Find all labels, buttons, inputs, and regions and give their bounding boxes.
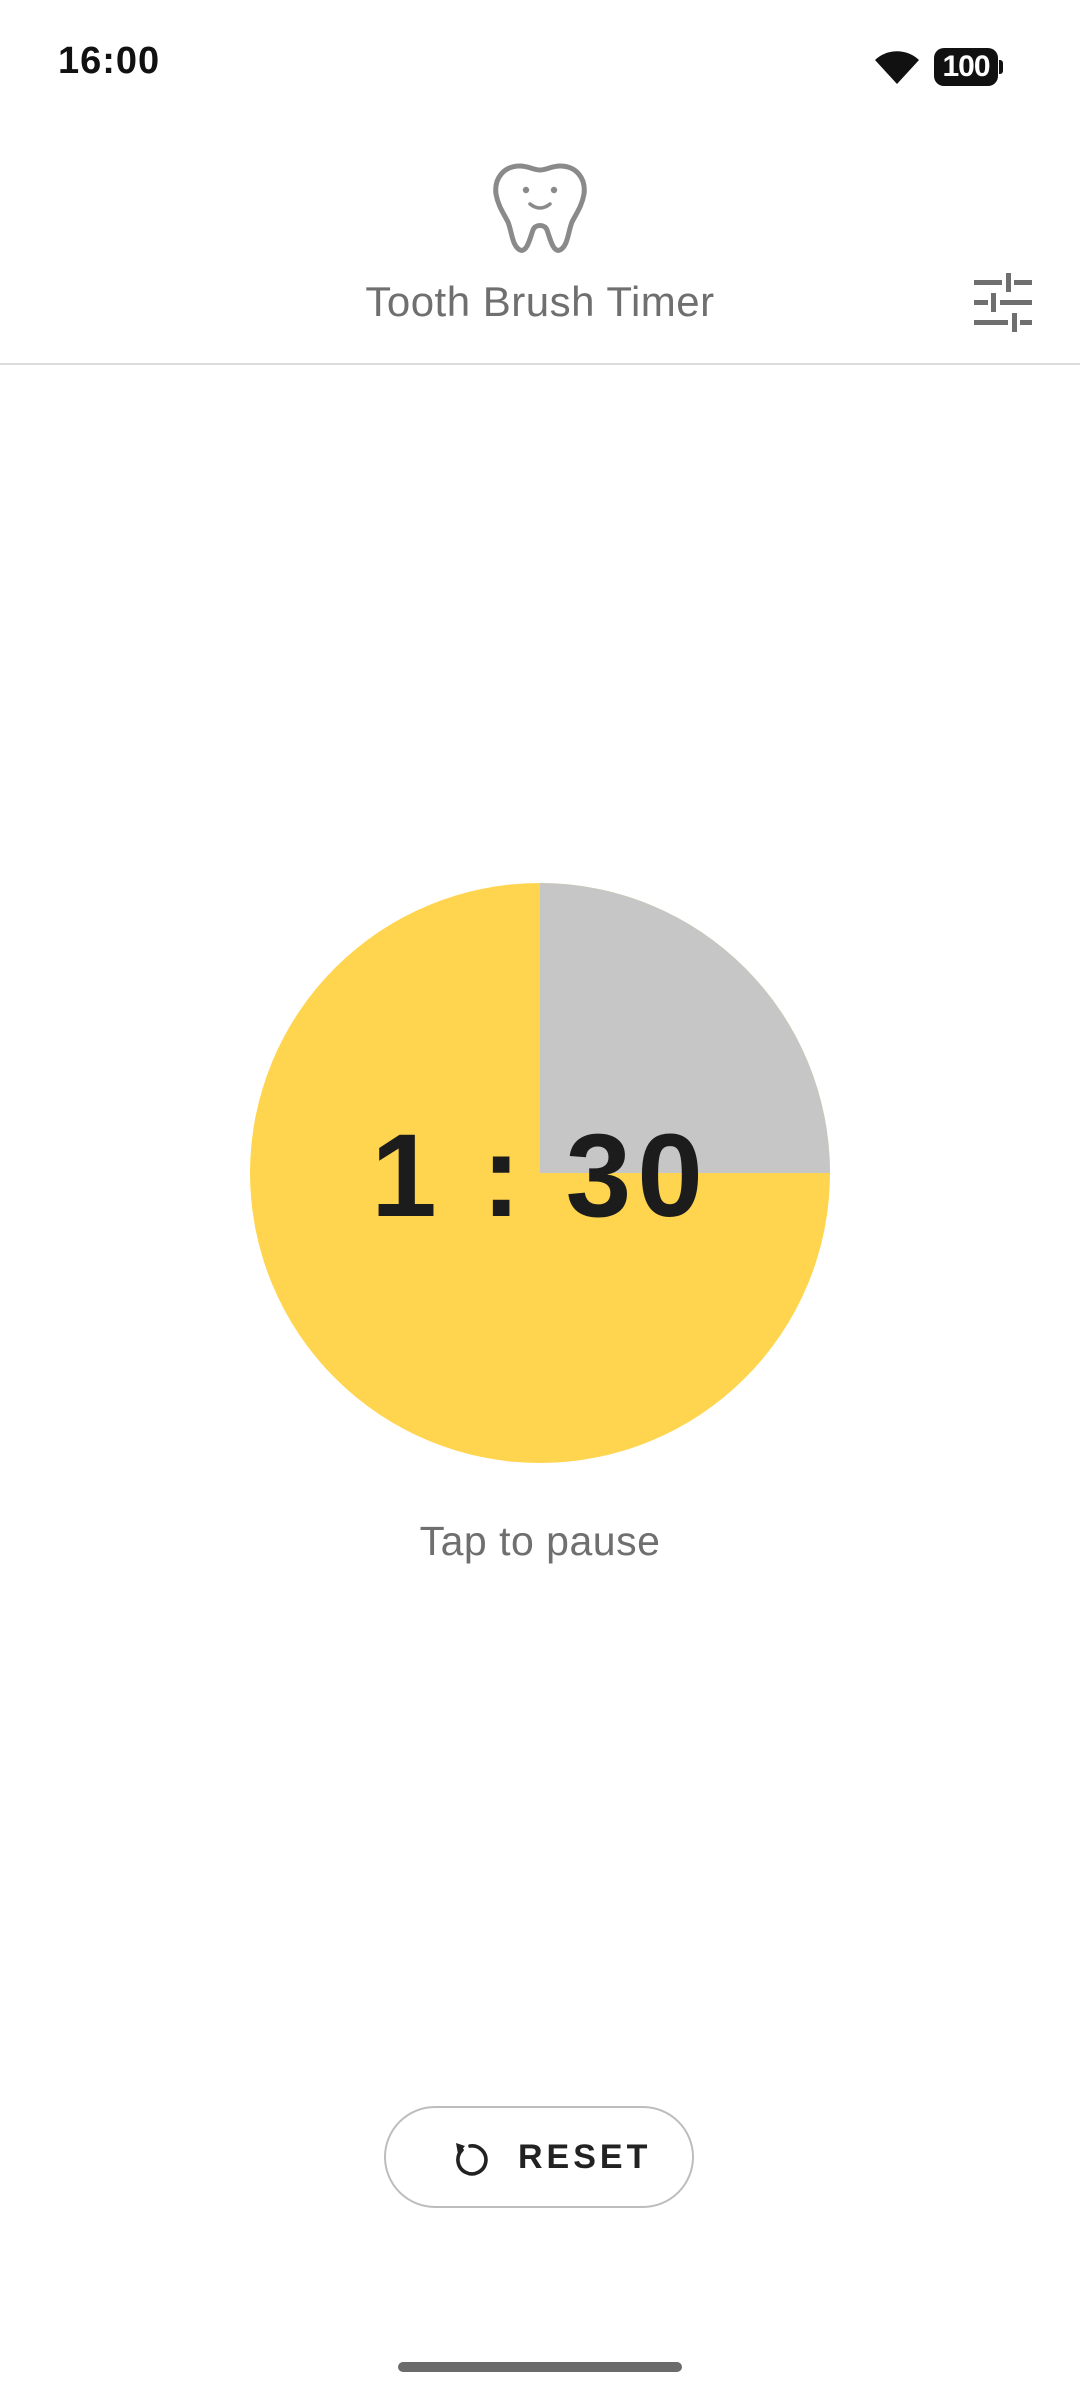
status-time: 16:00 <box>58 40 161 82</box>
pause-hint: Tap to pause <box>419 1518 661 1564</box>
status-bar: 16:00 100 <box>0 0 1080 130</box>
app-header: Tooth Brush Timer <box>0 130 1080 365</box>
app-title: Tooth Brush Timer <box>365 278 715 325</box>
reset-label: RESET <box>518 2138 652 2176</box>
reset-button[interactable]: RESET <box>384 2106 694 2208</box>
battery-level: 100 <box>934 48 998 86</box>
home-indicator <box>398 2362 682 2372</box>
battery-icon: 100 <box>934 48 1004 86</box>
tooth-icon <box>490 160 590 256</box>
reset-icon <box>450 2140 490 2180</box>
sliders-icon <box>970 273 1036 340</box>
tooth-brush-timer-screen: 16:00 100 Tooth Brush Timer 1: 30 Tap t… <box>0 0 1080 2400</box>
timer-readout: 1 : 30 <box>371 1110 709 1242</box>
wifi-icon <box>873 48 921 86</box>
timer-pie[interactable]: 1 : 30 <box>250 883 830 1463</box>
settings-button[interactable] <box>970 270 1036 336</box>
